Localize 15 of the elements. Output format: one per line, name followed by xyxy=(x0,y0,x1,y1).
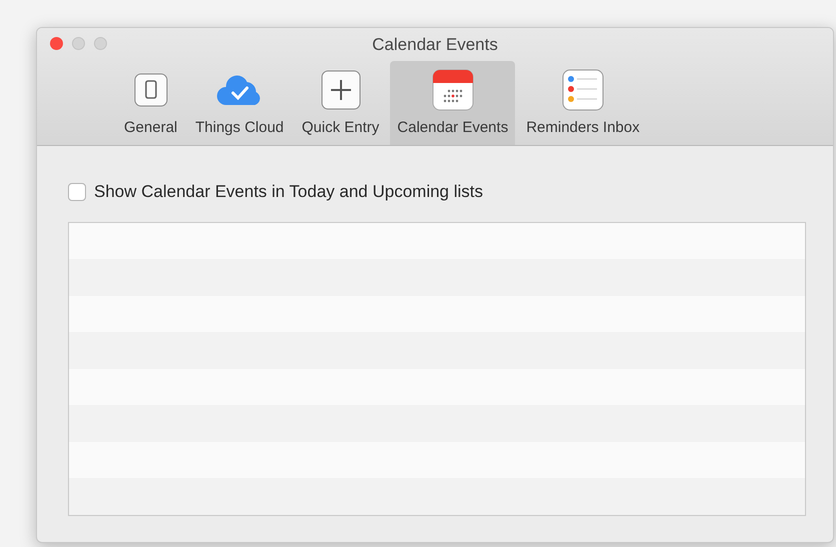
plus-icon xyxy=(320,70,361,110)
calendar-icon xyxy=(432,68,474,110)
reminders-icon xyxy=(562,68,604,110)
toolbar-tab[interactable]: General xyxy=(117,61,184,145)
toolbar-tab[interactable]: Reminders Inbox xyxy=(519,61,647,145)
minimize-button[interactable] xyxy=(72,37,85,50)
checkbox[interactable] xyxy=(68,182,86,201)
toolbar-tab[interactable]: Calendar Events xyxy=(390,61,516,145)
zoom-button[interactable] xyxy=(94,37,107,50)
close-button[interactable] xyxy=(50,37,63,50)
phone-icon xyxy=(134,72,168,106)
window-title: Calendar Events xyxy=(372,34,498,54)
checkbox-label[interactable]: Show Calendar Events in Today and Upcoming lists xyxy=(94,179,484,204)
toolbar-tab[interactable]: Quick Entry xyxy=(294,61,386,145)
toolbar-tab[interactable]: Things Cloud xyxy=(188,61,291,145)
